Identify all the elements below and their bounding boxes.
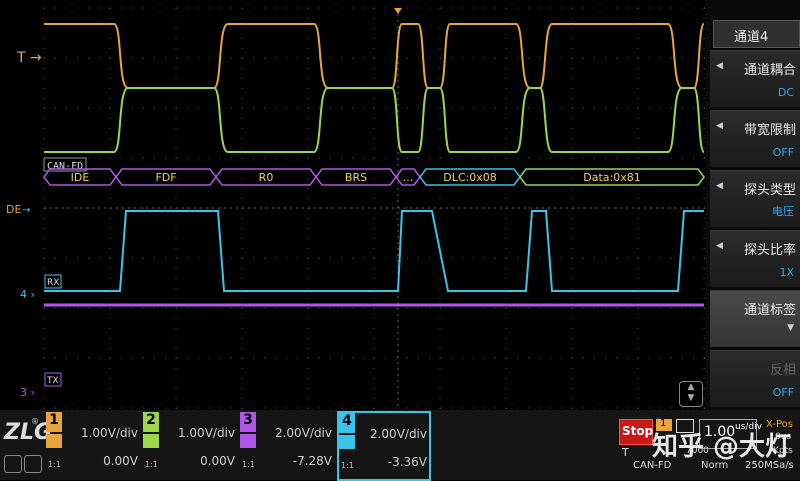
menu-arrow-icon: ◀ (716, 121, 723, 131)
decode-segment-text: … (403, 171, 414, 184)
menu-arrow-icon: ◀ (716, 181, 723, 191)
menu-item-value: 电压 (772, 205, 794, 218)
channel-scale: 1.00V/div (177, 426, 235, 440)
probe-ratio: 1:1 (341, 461, 354, 470)
scope-display: CAN-FDIDE FDF R0 BRS… DLC:0x08 Data:0x81 T →D… (6, 7, 705, 409)
rx-label: RX (47, 278, 59, 288)
channel-offset: -7.28V (292, 454, 332, 468)
menu-arrow-icon: ◀ (716, 61, 723, 71)
scroll-down-button[interactable]: ▲ ▼ (679, 381, 703, 407)
channel-scale: 2.00V/div (274, 426, 332, 440)
coupling-icon (143, 434, 159, 448)
decode-segment-text: Data:0x81 (583, 171, 640, 184)
channel-3-panel[interactable]: 3 1:1 2.00V/div -7.28V (240, 412, 334, 478)
channel-scale: 2.00V/div (369, 427, 427, 441)
decode-segment-text: DLC:0x08 (443, 171, 497, 184)
channel-offset: 0.00V (200, 454, 235, 468)
menu-item[interactable]: ◀ 探头类型电压 (710, 170, 800, 227)
menu-item[interactable]: 反相 OFF (710, 350, 800, 407)
tx-label: TX (46, 376, 59, 386)
coupling-icon (240, 434, 256, 448)
channel-number: 3 (240, 412, 256, 432)
channel-number: 1 (46, 412, 62, 432)
side-menu: 通道4 ◀ 通道耦合 DC ◀ 带宽限制 OFF ◀ 探头类型电压 ◀ 探头比率 1X 通道标签 ▼ 反相… (679, 0, 800, 410)
ch4-marker[interactable]: 4 › (20, 288, 35, 301)
screenshot-icon[interactable] (24, 455, 42, 473)
zlg-logo: ZLG (4, 420, 53, 445)
coupling-icon (339, 435, 355, 449)
probe-ratio: 1:1 (242, 460, 255, 469)
channel-2-panel[interactable]: 2 1:1 1.00V/div 0.00V (143, 412, 237, 478)
de-arrow[interactable]: → (22, 205, 30, 216)
watermark: 知乎 @大灯 (652, 432, 792, 462)
probe-ratio: 1:1 (48, 460, 61, 469)
coupling-icon (46, 434, 62, 448)
menu-item[interactable]: ◀ 通道耦合 DC (710, 50, 800, 107)
decode-segment-text: R0 (259, 171, 274, 184)
menu-item-label: 反相 (769, 363, 796, 378)
decode-segment-text: BRS (345, 171, 367, 184)
menu-item-label: 通道耦合 (743, 63, 796, 78)
trigger-type: T (622, 446, 629, 459)
channel-4-panel[interactable]: 4 1:1 2.00V/div -3.36V (337, 411, 431, 481)
ch3-marker[interactable]: 3 › (20, 386, 35, 399)
menu-item-value: DC (777, 86, 794, 99)
menu-item-value: OFF (772, 386, 794, 399)
channel-offset: -3.36V (387, 455, 427, 469)
logo-registered-icon: ® (31, 417, 39, 426)
menu-item[interactable]: ◀ 带宽限制 OFF (710, 110, 800, 167)
run-stop-button[interactable]: Stop (619, 419, 653, 445)
menu-item-label: 探头类型 (743, 183, 796, 198)
decode-segment-text: FDF (155, 171, 176, 184)
probe-ratio: 1:1 (145, 460, 158, 469)
channel-number: 2 (143, 412, 159, 432)
menu-title: 通道4 (734, 30, 769, 45)
menu-item-value: 1X (779, 266, 794, 279)
channel-offset: 0.00V (103, 454, 138, 468)
menu-title-box[interactable]: 通道4 (713, 20, 800, 48)
run-state: Stop (622, 424, 654, 438)
channel-1-panel[interactable]: 1 1:1 1.00V/div 0.00V (46, 412, 140, 478)
menu-item[interactable]: ◀ 探头比率 1X (710, 230, 800, 287)
menu-item-label: 带宽限制 (743, 123, 796, 138)
menu-item-label: 探头比率 (743, 243, 796, 258)
zoom-icon[interactable] (4, 455, 22, 473)
menu-item[interactable]: 通道标签 ▼ (710, 290, 800, 347)
menu-item-value: OFF (772, 146, 794, 159)
menu-item-label: 通道标签 (743, 303, 796, 318)
trigger-level-marker[interactable]: T → (16, 50, 42, 66)
decode-segment-text: IDE (71, 171, 90, 184)
graticule (43, 7, 705, 409)
channel-number: 4 (339, 413, 355, 433)
chevron-down-icon: ▼ (787, 323, 794, 333)
menu-arrow-icon: ◀ (716, 241, 723, 251)
channel-scale: 1.00V/div (80, 426, 138, 440)
de-marker[interactable]: DE (6, 203, 21, 216)
